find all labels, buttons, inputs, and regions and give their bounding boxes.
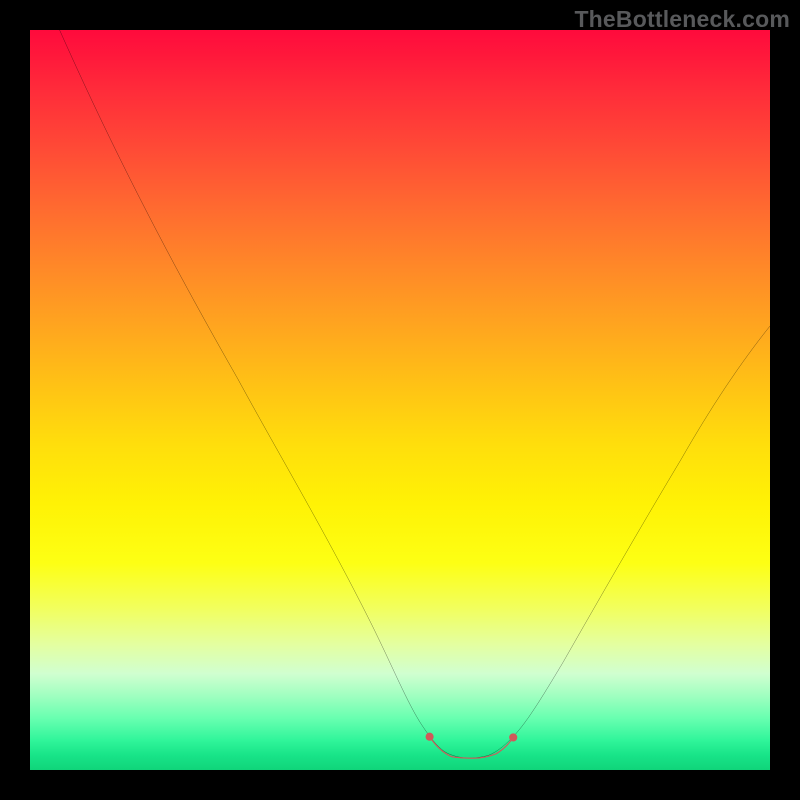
optimal-dot-right xyxy=(509,733,517,741)
chart-svg xyxy=(30,30,770,770)
optimal-range-marker xyxy=(430,737,514,758)
watermark-text: TheBottleneck.com xyxy=(574,6,790,33)
chart-frame: TheBottleneck.com xyxy=(0,0,800,800)
plot-area xyxy=(30,30,770,770)
optimal-dot-left xyxy=(426,733,434,741)
bottleneck-curve xyxy=(60,30,770,758)
